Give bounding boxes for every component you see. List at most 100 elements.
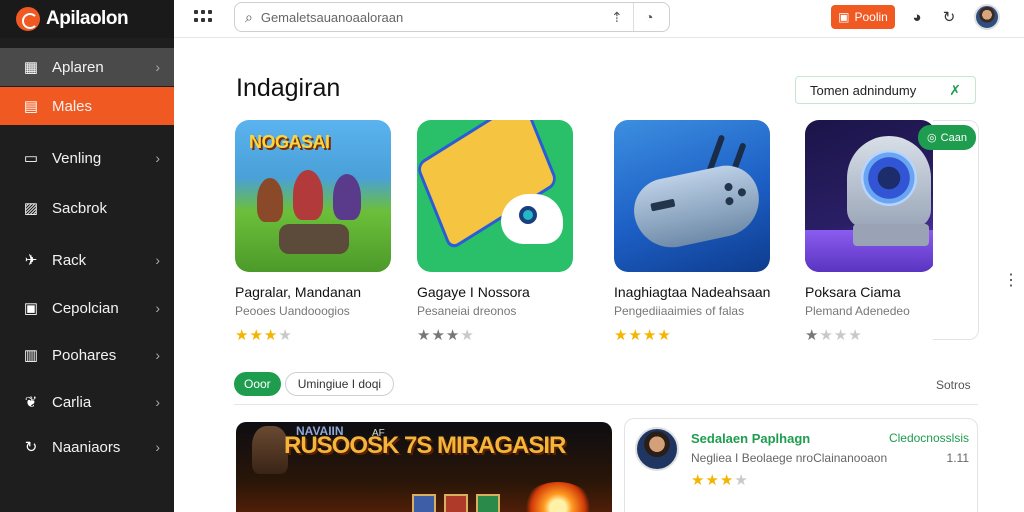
- review-number: 1.11: [946, 451, 969, 465]
- sidebar-item-label: Males: [52, 97, 93, 115]
- app-title: Inaghiagtaa Nadeahsaan: [614, 284, 771, 300]
- sidebar-item-aplaren[interactable]: ▦ Aplaren ›: [0, 48, 174, 86]
- controller-icon: [628, 159, 766, 255]
- rating-stars: ★★★★: [614, 326, 794, 344]
- settings-icon[interactable]: ↻: [940, 8, 958, 26]
- search-bar[interactable]: ⌕ ⇡ ◔: [234, 2, 670, 32]
- pin-icon: ✗: [949, 82, 961, 98]
- brand-logo-icon: [16, 7, 40, 31]
- app-thumbnail[interactable]: [805, 120, 935, 272]
- app-thumbnail[interactable]: NOGASAI: [235, 120, 391, 272]
- sidebar-item-label: Sacbrok: [52, 199, 108, 217]
- hero-figure: [257, 178, 283, 222]
- app-title: Pagralar, Mandanan: [235, 284, 362, 300]
- chevron-right-icon: ›: [155, 150, 160, 166]
- chat-icon: ◎: [927, 132, 937, 144]
- chevron-right-icon: ›: [155, 252, 160, 268]
- sidebar-item-label: Poohares: [52, 346, 117, 364]
- review-card[interactable]: Sedalaen Paplhagn Cledocnosslsis Negliea…: [624, 418, 978, 512]
- rating-stars: ★★★★: [235, 326, 415, 344]
- window-icon: ▣: [23, 300, 39, 317]
- star-icon: ★★★★: [614, 327, 672, 344]
- box-icon: ▣: [838, 10, 850, 24]
- action-button-label: Poolin: [854, 10, 888, 24]
- sidebar-item-label: Rack: [52, 251, 87, 269]
- tab-active[interactable]: Ooor: [234, 372, 281, 396]
- item-box: [412, 494, 436, 512]
- share-icon[interactable]: ⇡: [611, 9, 623, 26]
- hero-figure: [293, 170, 323, 220]
- app-window: Apilaolon ▦ Aplaren › ▤ Males ▭ Venling …: [0, 0, 1024, 512]
- star-icon: ★★★: [235, 327, 279, 344]
- app-thumbnail[interactable]: [417, 120, 573, 272]
- more-options-icon[interactable]: ⋮: [1003, 270, 1019, 290]
- star-icon: ★: [805, 327, 820, 344]
- filter-pill-label: Tomen adnindumy: [810, 82, 917, 98]
- notification-icon[interactable]: ◕: [908, 8, 926, 26]
- chevron-right-icon: ›: [155, 439, 160, 455]
- app-title: Gagaye I Nossora: [417, 284, 530, 300]
- review-text: Negliea I Beolaege nroClainanooaon: [691, 451, 888, 465]
- sidebar-item-carlia[interactable]: ❦ Carlia ›: [0, 383, 174, 421]
- camera-lens-icon: [861, 150, 917, 206]
- sidebar-item-cepolcian[interactable]: ▣ Cepolcian ›: [0, 289, 174, 327]
- rating-stars: ★★★★: [417, 326, 597, 344]
- item-box: [444, 494, 468, 512]
- sidebar-item-venling[interactable]: ▭ Venling ›: [0, 139, 174, 177]
- tab-other[interactable]: Umingiue I doqi: [284, 372, 395, 396]
- featured-banner[interactable]: NAVAIIN RUSOOSK 7S MIRAGASIR AF: [236, 422, 612, 512]
- app-card[interactable]: Gagaye I Nossora Pesaneiai dreonos ★★★★: [417, 120, 597, 344]
- chevron-right-icon: ›: [155, 300, 160, 316]
- app-card[interactable]: NOGASAI Pagralar, Mandanan Peooes Uandoo…: [235, 120, 415, 344]
- refresh-icon: ↻: [24, 439, 38, 456]
- sidebar-item-naaniaors[interactable]: ↻ Naaniaors ›: [0, 428, 174, 466]
- arcade-cabinet: [853, 224, 929, 246]
- sidebar-item-label: Naaniaors: [52, 438, 121, 456]
- green-pill-label: Caan: [940, 131, 967, 144]
- search-input[interactable]: [260, 9, 601, 25]
- search-icon: ⌕: [245, 8, 253, 25]
- sidebar-item-males[interactable]: ▤ Males: [0, 87, 174, 125]
- brand-name: Apilaolon: [46, 8, 129, 29]
- sidebar-item-rack[interactable]: ✈ Rack ›: [0, 241, 174, 279]
- see-all-link[interactable]: Sotros: [936, 378, 971, 392]
- gamepad-icon: [501, 194, 563, 244]
- app-thumbnail[interactable]: [614, 120, 770, 272]
- apps-grid-icon[interactable]: [194, 10, 212, 24]
- filter-pill[interactable]: Tomen adnindumy ✗: [795, 76, 976, 104]
- star-icon: ★★★: [691, 472, 735, 489]
- sidebar-item-sacbrok[interactable]: ▨ Sacbrok: [0, 189, 174, 227]
- sidebar-item-poohares[interactable]: ▥ Poohares ›: [0, 336, 174, 374]
- sidebar-item-label: Venling: [52, 149, 102, 167]
- device-icon: ▭: [23, 150, 39, 167]
- fire-effect: [522, 482, 594, 512]
- page-title: Indagiran: [236, 74, 341, 102]
- user-avatar[interactable]: [974, 4, 1000, 30]
- star-icon: ★★★: [417, 327, 461, 344]
- star-icon: ★: [734, 472, 749, 489]
- app-subtitle: Peooes Uandooogios: [235, 304, 350, 318]
- green-pill-button[interactable]: ◎ Caan: [918, 125, 976, 150]
- image-icon: ▨: [23, 200, 39, 217]
- star-icon: ★: [278, 327, 293, 344]
- hero-figure: [333, 174, 361, 220]
- app-card[interactable]: Inaghiagtaa Nadeahsaan Pengediiaaimies o…: [614, 120, 794, 344]
- pin-icon: ✈: [24, 252, 38, 269]
- sidebar-item-label: Carlia: [52, 393, 92, 411]
- sidebar-item-label: Cepolcian: [52, 299, 119, 317]
- app-subtitle: Pengediiaaimies of falas: [614, 304, 745, 318]
- star-icon: ★: [460, 327, 475, 344]
- action-button[interactable]: ▣ Poolin: [831, 5, 895, 29]
- history-icon[interactable]: ◔: [645, 9, 653, 25]
- leaf-icon: ❦: [24, 394, 38, 411]
- crate: [279, 224, 349, 254]
- table-icon: ▤: [23, 98, 39, 115]
- reviewer-name[interactable]: Sedalaen Paplhagn: [691, 431, 810, 446]
- carousel-edge-panel: [933, 120, 979, 340]
- section-tabs: Ooor Umingiue I doqi: [234, 372, 395, 396]
- chart-icon: ▥: [23, 347, 39, 364]
- chevron-right-icon: ›: [155, 347, 160, 363]
- featured-title: RUSOOSK 7S MIRAGASIR: [284, 432, 566, 459]
- brand[interactable]: Apilaolon: [0, 0, 174, 38]
- hero-figure: [252, 426, 288, 474]
